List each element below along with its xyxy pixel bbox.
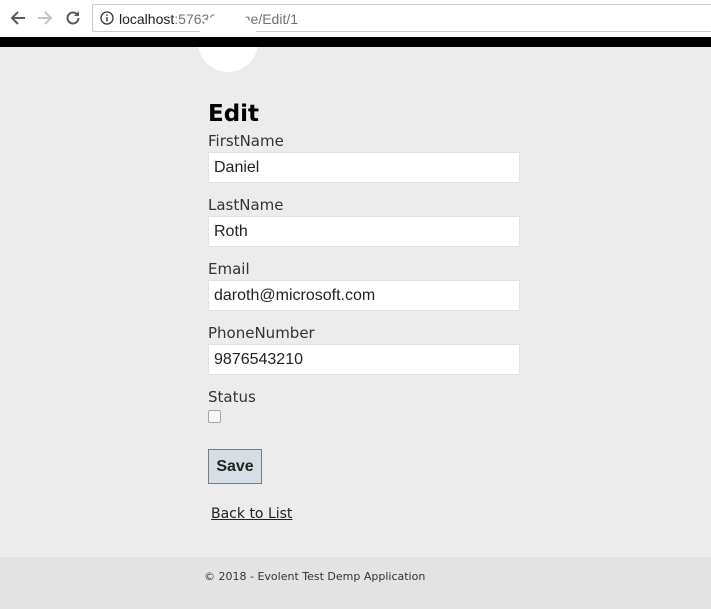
lastname-input[interactable]	[208, 216, 520, 247]
arrow-left-icon	[10, 11, 25, 25]
save-button[interactable]: Save	[208, 449, 262, 484]
edit-form: Edit FirstName LastName Email PhoneNumbe…	[208, 98, 528, 522]
status-checkbox[interactable]	[208, 410, 221, 423]
email-input[interactable]	[208, 280, 520, 311]
firstname-input[interactable]	[208, 152, 520, 183]
forward-button[interactable]	[33, 6, 57, 30]
phonenumber-label: PhoneNumber	[208, 324, 315, 342]
info-icon[interactable]	[100, 11, 114, 25]
address-bar[interactable]: localhost:57636/Home/Edit/1	[92, 4, 711, 32]
reload-button[interactable]	[61, 6, 85, 30]
lastname-label: LastName	[208, 196, 284, 214]
back-to-list-link[interactable]: Back to List	[211, 506, 292, 522]
back-button[interactable]	[6, 6, 30, 30]
page-title: Edit	[208, 101, 260, 127]
browser-toolbar: localhost:57636/Home/Edit/1	[0, 0, 711, 38]
url-host: localhost	[119, 11, 175, 27]
navbar	[0, 37, 711, 47]
email-label: Email	[208, 260, 250, 278]
arrow-right-icon	[38, 11, 53, 25]
footer-copyright: © 2018 - Evolent Test Demp Application	[204, 570, 426, 583]
reload-icon	[66, 11, 80, 25]
status-label: Status	[208, 388, 256, 406]
phonenumber-input[interactable]	[208, 344, 520, 375]
footer: © 2018 - Evolent Test Demp Application	[0, 557, 711, 609]
firstname-label: FirstName	[208, 132, 284, 150]
